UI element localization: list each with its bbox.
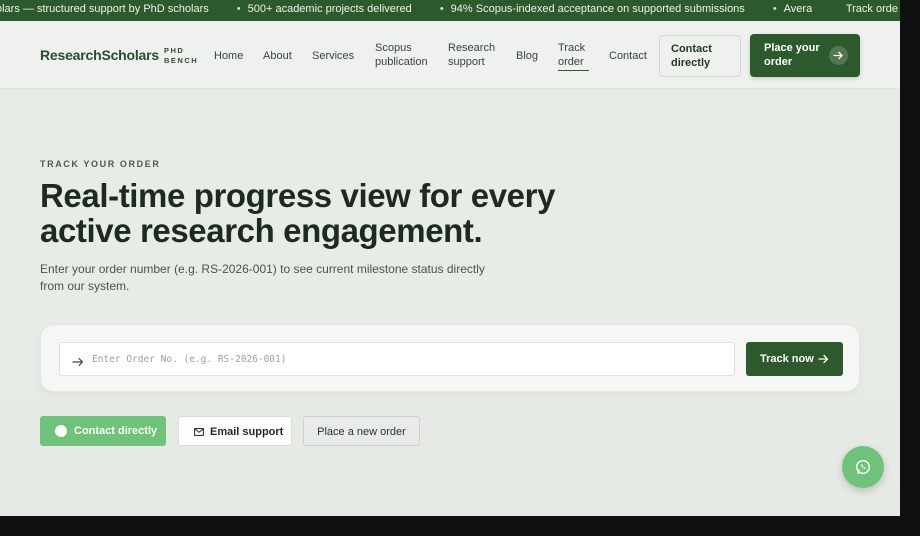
- ticker-track: •olars — structured support by PhD schol…: [0, 3, 840, 15]
- page-subtitle: Enter your order number (e.g. RS-2026-00…: [40, 262, 485, 293]
- ticker-item: • 94% Scopus-indexed acceptance on suppor…: [439, 3, 745, 15]
- mail-icon: [194, 428, 204, 436]
- ticker-end-text: Track orde: [841, 3, 898, 15]
- nav-link-research-support[interactable]: Research support: [448, 41, 500, 69]
- nav-link-blog[interactable]: Blog: [516, 49, 538, 63]
- contact-directly-button[interactable]: Contact directly: [659, 35, 741, 77]
- bullet-icon: •: [772, 3, 777, 15]
- logo-subtitle: PHD BENCH: [164, 46, 199, 65]
- contact-directly-whatsapp-button[interactable]: Contact directly: [40, 416, 166, 446]
- track-now-button[interactable]: Track now: [746, 342, 843, 376]
- announcement-ticker: •olars — structured support by PhD schol…: [0, 0, 900, 21]
- arrow-right-icon: [818, 354, 829, 364]
- email-support-button[interactable]: Email support: [178, 416, 292, 446]
- arrow-right-icon: [829, 46, 848, 65]
- nav-link-scopus-publication[interactable]: Scopus publication: [375, 41, 435, 69]
- whatsapp-icon: [55, 425, 67, 437]
- nav-link-home[interactable]: Home: [214, 49, 243, 63]
- place-order-button[interactable]: Place your order: [750, 34, 860, 77]
- nav-link-services[interactable]: Services: [312, 49, 354, 63]
- place-new-order-button[interactable]: Place a new order: [303, 416, 420, 446]
- bullet-icon: •: [236, 3, 241, 15]
- logo[interactable]: ResearchScholars: [40, 47, 159, 63]
- ticker-item: •olars — structured support by PhD schol…: [0, 3, 209, 15]
- page-viewport: •olars — structured support by PhD schol…: [0, 0, 900, 516]
- nav-link-about[interactable]: About: [263, 49, 292, 63]
- nav-link-contact[interactable]: Contact: [609, 49, 647, 63]
- site-header: ResearchScholars PHD BENCH Home About Se…: [0, 21, 900, 89]
- page-title: Real-time progress view for every active…: [40, 177, 556, 249]
- order-number-input[interactable]: [59, 342, 735, 376]
- contact-directly-label: Contact directly: [74, 425, 158, 437]
- floating-whatsapp-button[interactable]: [842, 446, 884, 488]
- ticker-item: • Avera: [772, 3, 813, 15]
- nav-link-track-order[interactable]: Track order: [558, 41, 589, 71]
- track-now-label: Track now: [760, 353, 814, 365]
- place-order-label: Place your order: [764, 42, 820, 68]
- whatsapp-icon: [855, 459, 871, 475]
- ticker-item: • 500+ academic projects delivered: [236, 3, 412, 15]
- arrow-right-icon: [72, 354, 84, 372]
- email-support-label: Email support: [210, 426, 284, 438]
- section-eyebrow: TRACK YOUR ORDER: [40, 159, 161, 169]
- track-order-panel: Track now: [40, 324, 860, 392]
- bullet-icon: •: [439, 3, 444, 15]
